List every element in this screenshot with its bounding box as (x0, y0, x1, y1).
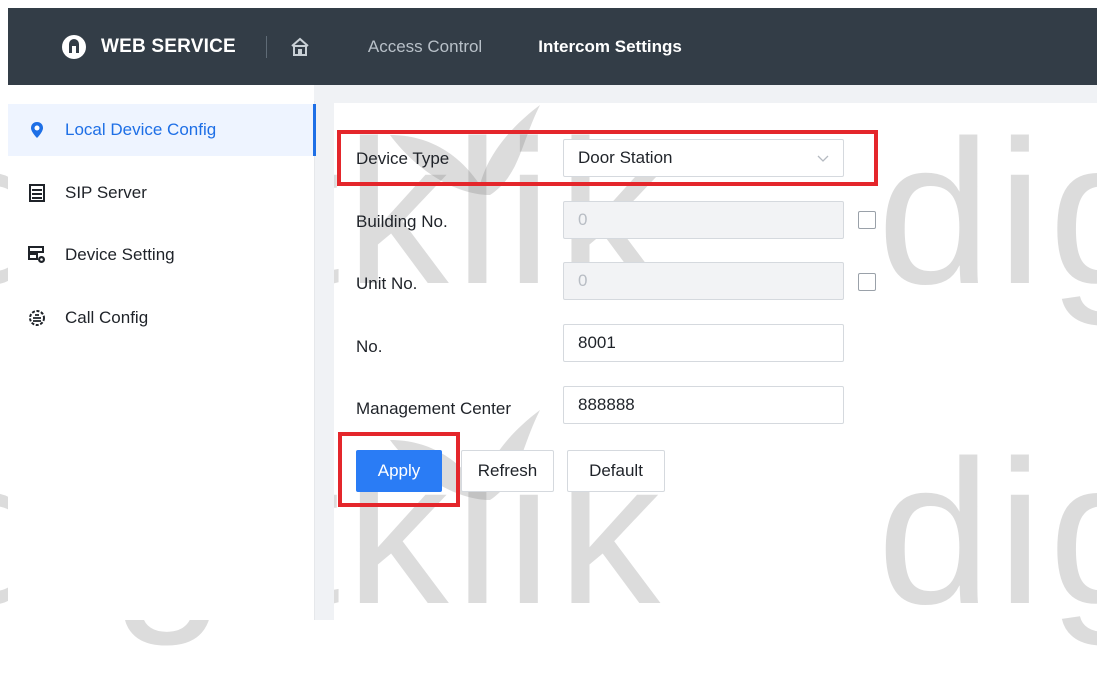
sidebar: Local Device Config SIP Server Device Se… (8, 101, 316, 620)
location-pin-icon (27, 120, 47, 140)
header-divider (265, 35, 267, 58)
management-center-label: Management Center (356, 399, 511, 418)
sidebar-item-sip-server[interactable]: SIP Server (8, 167, 314, 219)
building-no-label: Building No. (356, 212, 448, 231)
refresh-button[interactable]: Refresh (461, 450, 554, 492)
unit-no-field: 0 (563, 262, 844, 300)
unit-no-checkbox[interactable] (858, 273, 876, 291)
content-left-gutter (314, 85, 334, 620)
no-input[interactable]: 8001 (563, 324, 844, 362)
no-value: 8001 (578, 333, 616, 352)
device-setting-icon (27, 245, 47, 265)
content-top-gutter (314, 85, 1097, 103)
building-no-checkbox[interactable] (858, 211, 876, 229)
unit-no-label: Unit No. (356, 274, 418, 293)
sidebar-item-label: Call Config (65, 308, 149, 327)
brand: WEB SERVICE (61, 34, 310, 60)
building-no-field: 0 (563, 201, 844, 239)
management-center-input[interactable]: 888888 (563, 386, 844, 424)
nav-access-control[interactable]: Access Control (368, 37, 482, 57)
sidebar-item-label: Device Setting (65, 245, 175, 264)
home-icon[interactable] (290, 37, 310, 57)
brand-title: WEB SERVICE (101, 35, 236, 57)
server-icon (27, 183, 47, 203)
top-header: WEB SERVICE Access Control Intercom Sett… (8, 8, 1097, 85)
unit-no-value: 0 (578, 271, 588, 290)
no-label: No. (356, 337, 383, 356)
sidebar-item-device-setting[interactable]: Device Setting (8, 229, 314, 281)
nav-intercom-settings[interactable]: Intercom Settings (538, 37, 682, 57)
brand-logo-icon (61, 34, 87, 60)
call-config-icon (27, 308, 47, 328)
sidebar-item-local-device-config[interactable]: Local Device Config (8, 104, 316, 156)
management-center-value: 888888 (578, 395, 635, 414)
device-type-highlight (337, 130, 878, 186)
default-button[interactable]: Default (567, 450, 665, 492)
sidebar-item-label: Local Device Config (65, 120, 217, 139)
sidebar-item-call-config[interactable]: Call Config (8, 292, 314, 344)
apply-highlight (338, 432, 460, 507)
building-no-value: 0 (578, 210, 588, 229)
sidebar-item-label: SIP Server (65, 183, 147, 202)
